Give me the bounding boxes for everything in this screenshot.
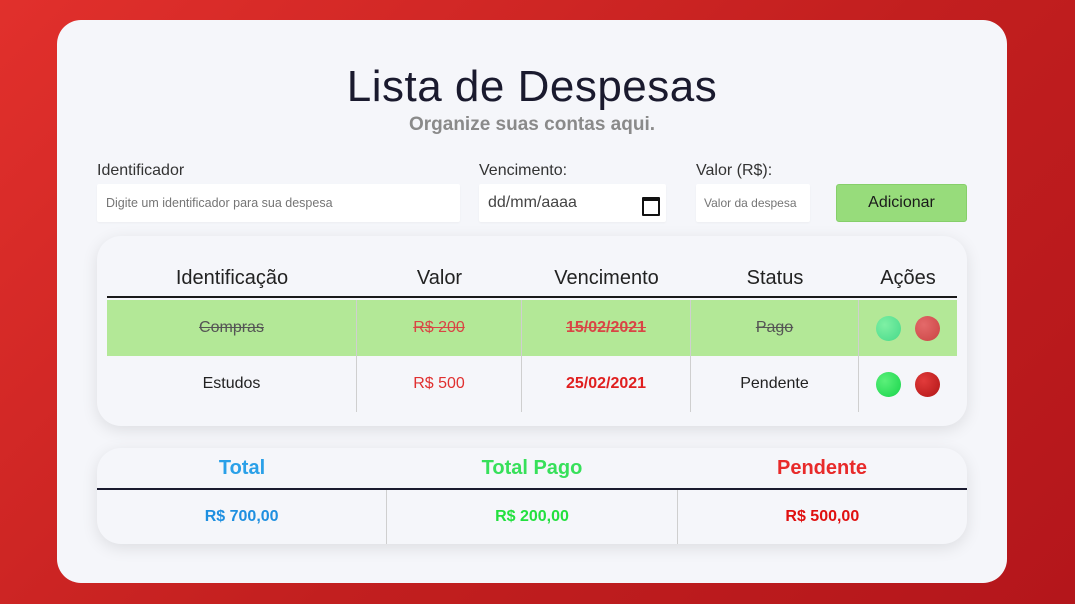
expenses-table: Identificação Valor Vencimento Status Aç…	[97, 236, 967, 426]
summary-header: Total Total Pago Pendente	[97, 448, 967, 490]
table-row: Compras R$ 200 15/02/2021 Pago	[107, 300, 957, 356]
cell-vencimento: 15/02/2021	[522, 300, 691, 356]
delete-button[interactable]	[915, 315, 940, 341]
summary-total-label: Total	[218, 456, 266, 479]
page-subtitle: Organize suas contas aqui.	[408, 114, 656, 135]
vencimento-date-value: dd/mm/aaaa	[488, 194, 577, 211]
summary-total-pago-value: R$ 200,00	[387, 490, 678, 544]
mark-paid-button[interactable]	[876, 315, 901, 341]
cell-identificacao: Estudos	[107, 356, 357, 412]
header-identificacao: Identificação	[175, 266, 289, 289]
header-vencimento: Vencimento	[554, 266, 659, 289]
valor-label: Valor (R$):	[696, 162, 773, 179]
identificador-label: Identificador	[97, 162, 185, 179]
table-row: Estudos R$ 500 25/02/2021 Pendente	[107, 356, 957, 412]
cell-identificacao: Compras	[107, 300, 357, 356]
main-card: Lista de Despesas Organize suas contas a…	[57, 20, 1007, 583]
add-button[interactable]: Adicionar	[836, 184, 967, 222]
delete-button[interactable]	[915, 371, 940, 397]
vencimento-label: Vencimento:	[479, 162, 568, 179]
page-title: Lista de Despesas	[346, 62, 718, 111]
valor-input[interactable]	[696, 184, 810, 222]
table-header: Identificação Valor Vencimento Status Aç…	[107, 260, 957, 298]
cell-valor: R$ 500	[357, 356, 522, 412]
header-valor: Valor	[416, 266, 463, 289]
identificador-input[interactable]	[97, 184, 460, 222]
summary-table: Total Total Pago Pendente R$ 700,00 R$ 2…	[97, 448, 967, 544]
cell-status: Pendente	[691, 356, 859, 412]
header-acoes: Ações	[880, 266, 936, 289]
summary-values: R$ 700,00 R$ 200,00 R$ 500,00	[97, 490, 967, 544]
vencimento-date-input[interactable]: dd/mm/aaaa	[479, 184, 666, 222]
cell-actions	[859, 356, 957, 412]
summary-total-value: R$ 700,00	[97, 490, 388, 544]
summary-pendente-label: Pendente	[776, 456, 868, 479]
cell-status: Pago	[691, 300, 859, 356]
mark-paid-button[interactable]	[876, 371, 901, 397]
summary-total-pago-label: Total Pago	[481, 456, 583, 479]
calendar-icon[interactable]	[641, 195, 660, 216]
cell-actions	[859, 300, 957, 356]
summary-pendente-value: R$ 500,00	[785, 508, 860, 525]
cell-valor: R$ 200	[357, 300, 522, 356]
cell-vencimento: 25/02/2021	[522, 356, 691, 412]
header-status: Status	[746, 266, 804, 289]
